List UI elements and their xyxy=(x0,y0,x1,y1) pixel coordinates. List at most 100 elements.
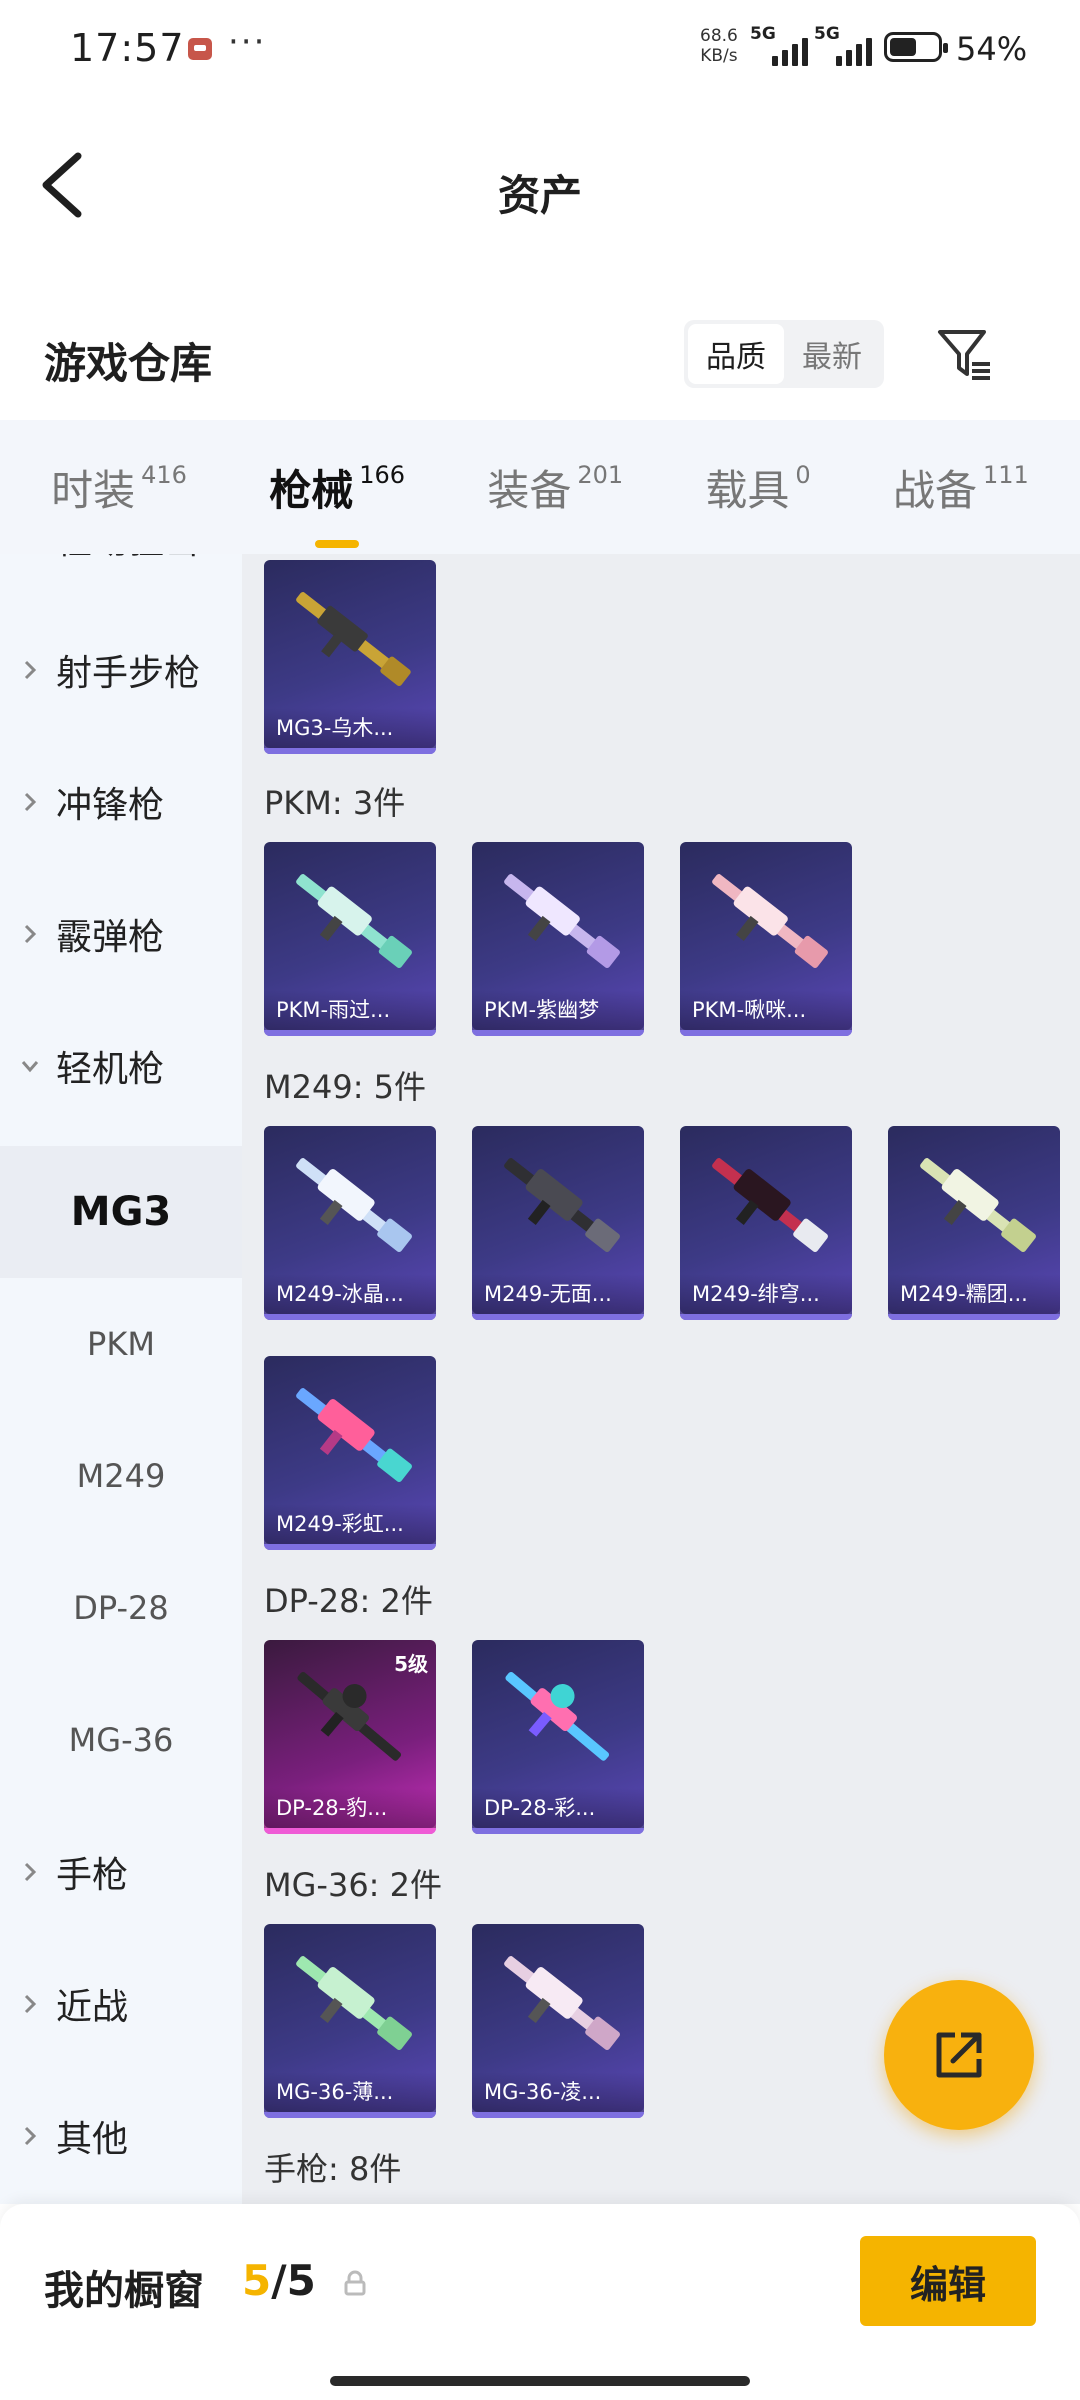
item-name: M249-糯团... xyxy=(888,1274,1060,1314)
filter-button[interactable] xyxy=(934,324,994,384)
group-title-m249: M249: 5件 xyxy=(264,1068,427,1106)
side-sub-mg36[interactable]: MG-36 xyxy=(0,1674,242,1806)
network-speed: 68.6 KB/s xyxy=(700,26,738,66)
showcase-bar: 我的橱窗 5/5 编辑 xyxy=(0,2204,1080,2400)
lmg-weapon-icon xyxy=(296,1956,412,2050)
lmg-weapon-icon xyxy=(504,1158,620,1252)
side-sub-pkm[interactable]: PKM xyxy=(0,1278,242,1410)
side-item-label: 近战 xyxy=(56,1987,129,2028)
item-card[interactable]: DP-28-彩... xyxy=(472,1640,644,1834)
side-item-melee[interactable]: 近战 xyxy=(0,1938,242,2070)
tab-count: 111 xyxy=(982,460,1029,489)
home-indicator[interactable] xyxy=(330,2376,750,2386)
tab-label: 枪械 xyxy=(269,465,354,515)
lmg-weapon-icon xyxy=(505,1671,610,1761)
chevron-right-icon xyxy=(24,1994,37,2014)
tab-vehicles[interactable]: 载具 0 xyxy=(705,457,810,518)
page-title: 资产 xyxy=(497,171,582,220)
item-name: M249-无面... xyxy=(472,1274,644,1314)
side-item-other[interactable]: 其他 xyxy=(0,2070,242,2202)
item-card[interactable]: MG3-乌木... xyxy=(264,560,436,754)
item-card[interactable]: MG-36-薄... xyxy=(264,1924,436,2118)
item-name: M249-冰晶... xyxy=(264,1274,436,1314)
sort-toggle: 品质 最新 xyxy=(684,320,884,388)
status-bar: 17:57 ··· 68.6 KB/s 5G 5G 54% xyxy=(0,0,1080,100)
more-notifications-icon: ··· xyxy=(228,22,267,62)
tab-label: 时装 xyxy=(51,465,136,515)
side-item-marksman[interactable]: 射手步枪 xyxy=(0,604,242,736)
tab-equipment[interactable]: 装备 201 xyxy=(487,457,623,518)
tab-firearms[interactable]: 枪械 166 xyxy=(269,457,406,548)
group-title-pistol: 手枪: 8件 xyxy=(264,2150,402,2188)
item-card[interactable]: PKM-雨过... xyxy=(264,842,436,1036)
lmg-weapon-icon xyxy=(712,1158,828,1252)
category-tabs: 时装 416 枪械 166 装备 201 载具 0 战备 111 xyxy=(0,420,1080,554)
side-item-label: 栓动狙击 xyxy=(56,554,200,564)
battery-icon xyxy=(884,32,948,62)
tab-count: 0 xyxy=(795,460,811,489)
lock-icon xyxy=(344,2270,366,2296)
warehouse-title: 游戏仓库 xyxy=(44,339,213,388)
lmg-weapon-icon xyxy=(504,1956,620,2050)
side-item-smg[interactable]: 冲锋枪 xyxy=(0,736,242,868)
signal-sim2-icon: 5G xyxy=(814,24,872,68)
notification-app-icon xyxy=(188,38,212,60)
side-item-bolt-sniper[interactable]: 栓动狙击 xyxy=(0,554,242,604)
tab-count: 416 xyxy=(141,460,187,489)
item-card[interactable]: 5级 DP-28-豹... xyxy=(264,1640,436,1834)
side-item-shotgun[interactable]: 霰弹枪 xyxy=(0,868,242,1000)
tab-count: 201 xyxy=(577,460,624,489)
side-item-label: 射手步枪 xyxy=(56,653,201,694)
lmg-weapon-icon xyxy=(296,1388,412,1482)
item-card[interactable]: PKM-紫幽梦 xyxy=(472,842,644,1036)
item-card[interactable]: M249-无面... xyxy=(472,1126,644,1320)
side-item-label: 霰弹枪 xyxy=(56,917,165,958)
lmg-weapon-icon xyxy=(297,1671,402,1761)
lmg-weapon-icon xyxy=(712,874,828,968)
item-name: MG-36-凌... xyxy=(472,2072,644,2112)
showcase-label: 我的橱窗 xyxy=(44,2268,204,2314)
chevron-right-icon xyxy=(24,924,37,944)
status-time: 17:57 xyxy=(70,26,185,70)
lmg-weapon-icon xyxy=(504,874,620,968)
sort-newest-button[interactable]: 最新 xyxy=(784,324,880,384)
chevron-right-icon xyxy=(24,1862,37,1882)
item-card[interactable]: M249-绯穹... xyxy=(680,1126,852,1320)
group-title-pkm: PKM: 3件 xyxy=(264,784,406,822)
tab-label: 装备 xyxy=(487,465,572,515)
chevron-right-icon xyxy=(24,792,37,812)
sort-quality-button[interactable]: 品质 xyxy=(688,324,784,384)
item-card[interactable]: M249-糯团... xyxy=(888,1126,1060,1320)
edit-button[interactable]: 编辑 xyxy=(860,2236,1036,2326)
side-sub-dp28[interactable]: DP-28 xyxy=(0,1542,242,1674)
tab-label: 战备 xyxy=(892,465,977,515)
signal-sim1-icon: 5G xyxy=(750,24,808,68)
item-card[interactable]: MG-36-凌... xyxy=(472,1924,644,2118)
side-sub-m249[interactable]: M249 xyxy=(0,1410,242,1542)
chevron-right-icon xyxy=(24,2126,37,2146)
nav-bar: 资产 xyxy=(0,100,1080,280)
filter-icon xyxy=(938,330,990,380)
side-menu[interactable]: 栓动狙击 射手步枪 冲锋枪 霰弹枪 轻机枪 MG3 PKM M249 DP-28… xyxy=(0,554,242,2204)
side-item-label: 手枪 xyxy=(56,1855,129,1896)
item-grid[interactable]: MG3-乌木... PKM: 3件 PKM-雨过... PKM-紫幽梦 PKM-… xyxy=(242,554,1080,2204)
side-sub-mg3[interactable]: MG3 xyxy=(0,1146,242,1278)
lmg-weapon-icon xyxy=(920,1158,1036,1252)
tab-fashion[interactable]: 时装 416 xyxy=(51,457,187,518)
main-area: 栓动狙击 射手步枪 冲锋枪 霰弹枪 轻机枪 MG3 PKM M249 DP-28… xyxy=(0,554,1080,2204)
side-item-pistol[interactable]: 手枪 xyxy=(0,1806,242,1938)
item-card[interactable]: PKM-啾咪... xyxy=(680,842,852,1036)
showcase-current: 5 xyxy=(242,2256,272,2305)
side-item-label: 轻机枪 xyxy=(56,1049,165,1090)
showcase-separator: / xyxy=(271,2256,287,2305)
item-card[interactable]: M249-冰晶... xyxy=(264,1126,436,1320)
item-name: PKM-雨过... xyxy=(264,990,436,1030)
tab-count: 166 xyxy=(359,460,406,489)
item-card[interactable]: M249-彩虹... xyxy=(264,1356,436,1550)
group-title-mg36: MG-36: 2件 xyxy=(264,1866,442,1904)
tab-gear[interactable]: 战备 111 xyxy=(893,457,1029,518)
item-name: M249-绯穹... xyxy=(680,1274,852,1314)
side-item-lmg[interactable]: 轻机枪 xyxy=(0,1000,242,1132)
share-button[interactable] xyxy=(884,1980,1034,2130)
item-name: DP-28-豹... xyxy=(264,1788,436,1828)
